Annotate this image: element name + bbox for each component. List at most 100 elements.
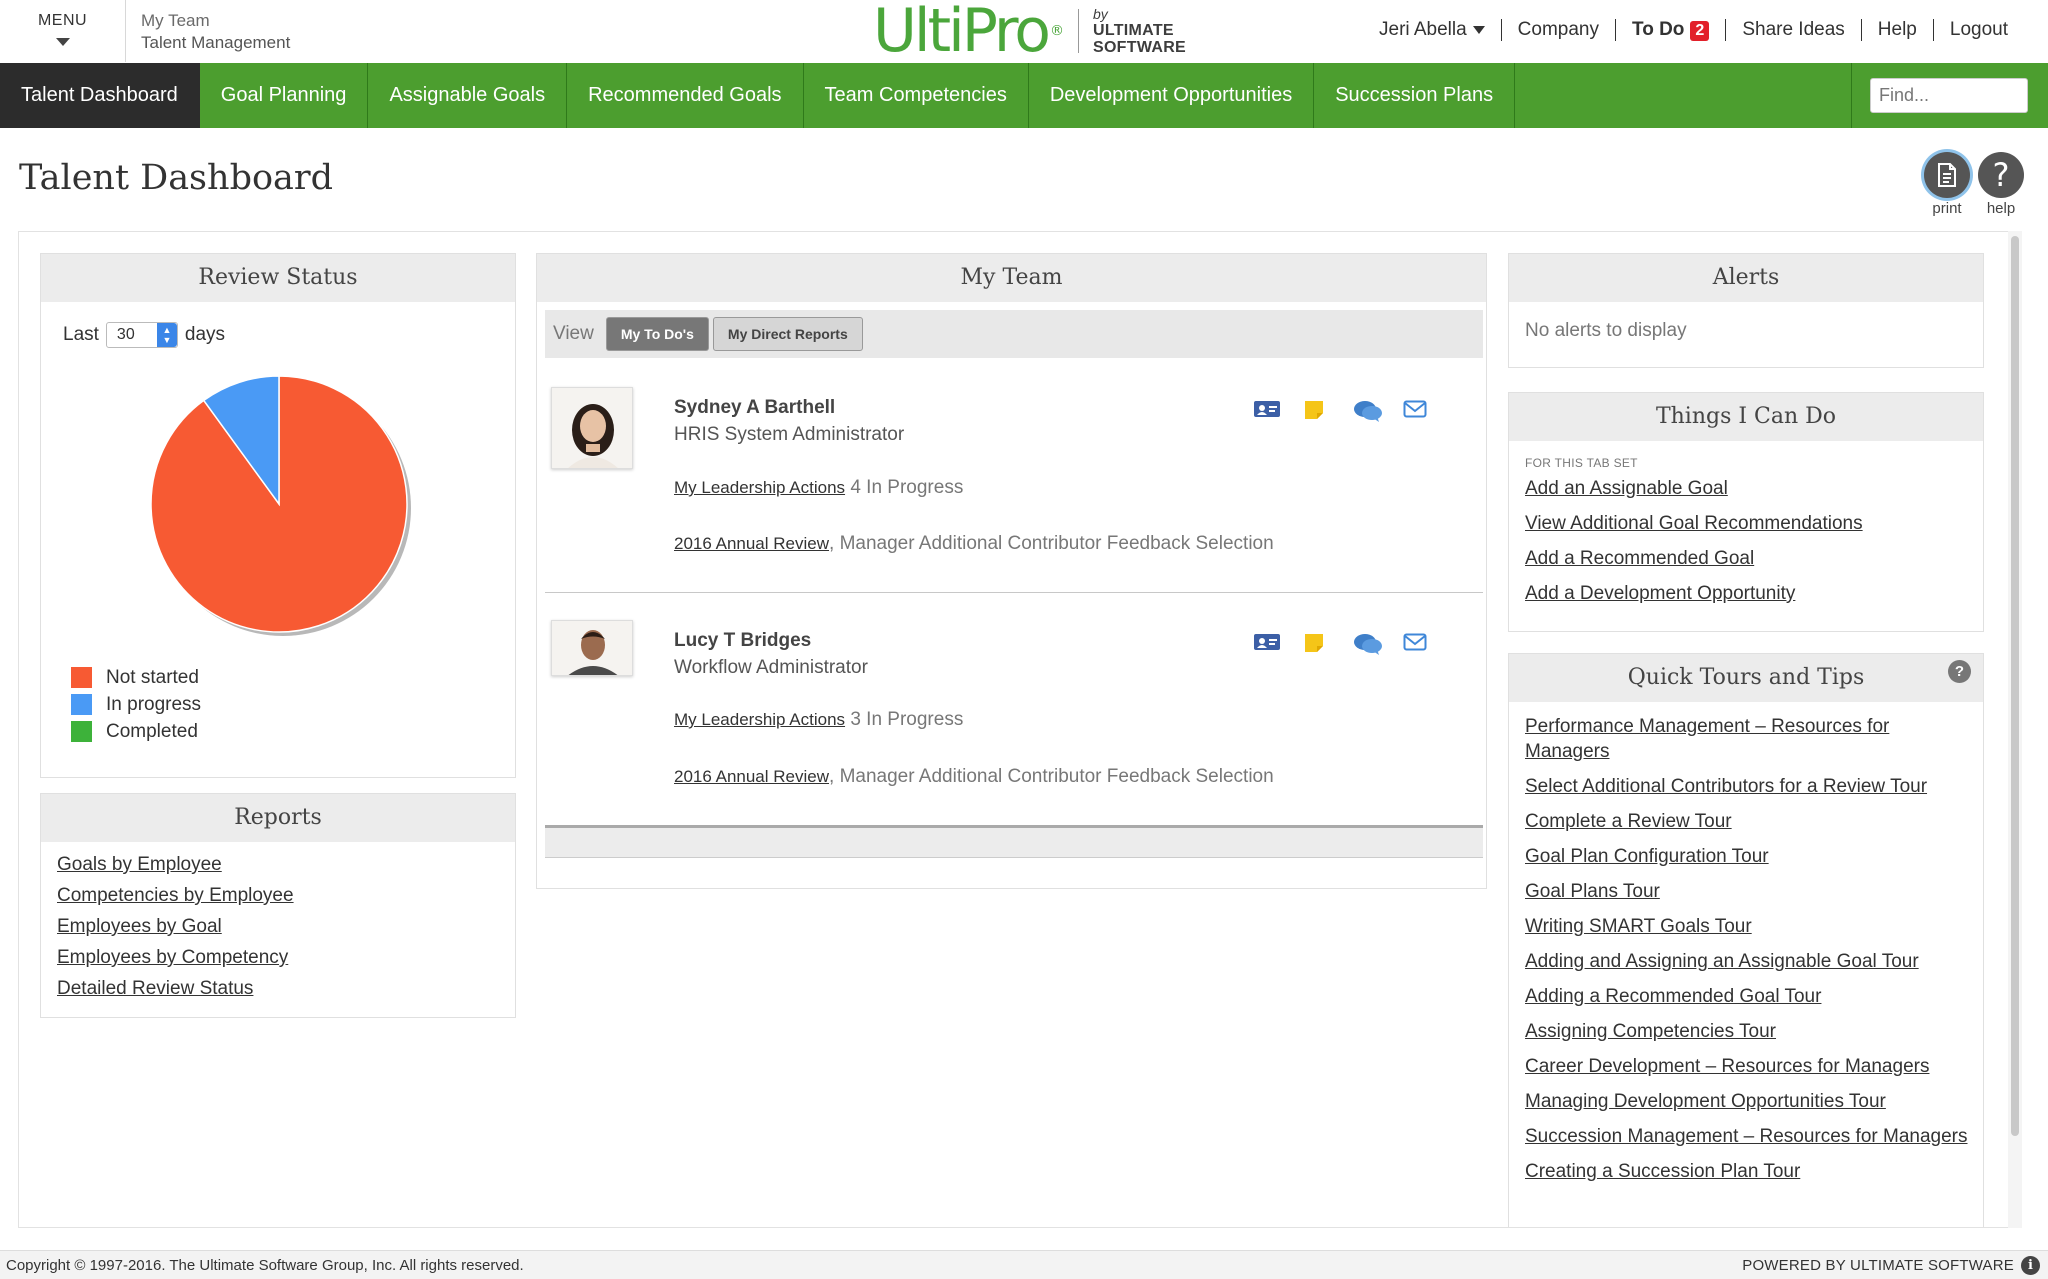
content-scrollbar-thumb[interactable] — [2011, 236, 2019, 1136]
leadership-actions-line: My Leadership Actions 4 In Progress — [674, 477, 963, 499]
tour-link[interactable]: Succession Management – Resources for Ma… — [1525, 1124, 1975, 1149]
logo-by: by — [1093, 6, 1186, 22]
employee-name[interactable]: Sydney A Barthell — [674, 397, 835, 419]
report-employees-by-competency[interactable]: Employees by Competency — [57, 942, 294, 973]
pie-legend: Not started In progress Completed — [71, 664, 201, 745]
info-icon[interactable]: i — [2021, 1256, 2040, 1275]
profile-card-icon[interactable] — [1253, 632, 1303, 661]
chat-icon[interactable] — [1353, 632, 1403, 661]
legend-item: Not started — [71, 664, 201, 691]
report-employees-by-goal[interactable]: Employees by Goal — [57, 911, 294, 942]
tab-team-competencies[interactable]: Team Competencies — [804, 63, 1029, 128]
tours-list: Performance Management – Resources for M… — [1525, 714, 1975, 1194]
share-ideas-link[interactable]: Share Ideas — [1725, 19, 1860, 41]
days-filter: Last 30 ▲▼ days — [63, 322, 225, 348]
view-label: View — [553, 323, 594, 345]
tour-link[interactable]: Complete a Review Tour — [1525, 809, 1975, 834]
report-competencies-by-employee[interactable]: Competencies by Employee — [57, 880, 294, 911]
tour-link[interactable]: Adding and Assigning an Assignable Goal … — [1525, 949, 1975, 974]
tab-development-opportunities[interactable]: Development Opportunities — [1029, 63, 1314, 128]
menu-caret-icon — [56, 38, 70, 46]
my-team-pager — [545, 825, 1483, 858]
tour-link[interactable]: Adding a Recommended Goal Tour — [1525, 984, 1975, 1009]
print-icon — [1924, 152, 1970, 198]
tour-link[interactable]: Managing Development Opportunities Tour — [1525, 1089, 1975, 1114]
nav-search-area — [1851, 63, 2048, 128]
my-todos-button[interactable]: My To Do's — [606, 317, 709, 351]
tour-link[interactable]: Writing SMART Goals Tour — [1525, 914, 1975, 939]
email-icon[interactable] — [1403, 632, 1453, 661]
tab-goal-planning[interactable]: Goal Planning — [200, 63, 369, 128]
note-icon[interactable] — [1303, 632, 1353, 661]
days-select[interactable]: 30 ▲▼ — [106, 322, 178, 348]
add-assignable-goal-link[interactable]: Add an Assignable Goal — [1525, 476, 1863, 501]
annual-review-link[interactable]: 2016 Annual Review — [674, 534, 829, 553]
note-icon[interactable] — [1303, 399, 1353, 428]
tour-link[interactable]: Career Development – Resources for Manag… — [1525, 1054, 1975, 1079]
help-link[interactable]: Help — [1861, 19, 1933, 41]
powered-by-company: ULTIMATE SOFTWARE — [1850, 1257, 2014, 1274]
add-recommended-goal-link[interactable]: Add a Recommended Goal — [1525, 546, 1863, 571]
tab-assignable-goals[interactable]: Assignable Goals — [368, 63, 567, 128]
email-icon[interactable] — [1403, 399, 1453, 428]
user-menu[interactable]: Jeri Abella — [1363, 19, 1501, 41]
review-status-text: , Manager Additional Contributor Feedbac… — [829, 766, 1274, 787]
tour-link[interactable]: Assigning Competencies Tour — [1525, 1019, 1975, 1044]
annual-review-link[interactable]: 2016 Annual Review — [674, 767, 829, 786]
leadership-actions-link[interactable]: My Leadership Actions — [674, 478, 845, 497]
alerts-panel: Alerts No alerts to display — [1508, 253, 1984, 368]
legend-swatch-in-progress — [71, 694, 92, 715]
legend-label: Completed — [106, 721, 198, 743]
report-goals-by-employee[interactable]: Goals by Employee — [57, 849, 294, 880]
employee-photo[interactable] — [551, 620, 633, 676]
days-value: 30 — [117, 326, 135, 344]
find-input[interactable] — [1870, 78, 2028, 113]
view-toolbar: View My To Do's My Direct Reports — [545, 310, 1483, 358]
tour-link[interactable]: Creating a Succession Plan Tour — [1525, 1159, 1975, 1184]
alerts-empty-text: No alerts to display — [1525, 320, 1687, 342]
print-button[interactable]: print — [1923, 152, 1971, 217]
company-link[interactable]: Company — [1501, 19, 1615, 41]
employee-card: Sydney A Barthell HRIS System Administra… — [545, 387, 1483, 587]
legend-swatch-not-started — [71, 667, 92, 688]
page-help-button[interactable]: ? help — [1977, 152, 2025, 217]
profile-card-icon[interactable] — [1253, 399, 1303, 428]
breadcrumb-current: Talent Management — [141, 32, 290, 54]
employee-divider — [545, 592, 1483, 593]
things-list: Add an Assignable Goal View Additional G… — [1525, 476, 1863, 606]
tab-talent-dashboard[interactable]: Talent Dashboard — [0, 63, 200, 128]
main-nav: Talent Dashboard Goal Planning Assignabl… — [0, 63, 2048, 128]
tour-link[interactable]: Goal Plan Configuration Tour — [1525, 844, 1975, 869]
breadcrumb-parent[interactable]: My Team — [141, 10, 290, 32]
logo-byline: by ULTIMATE SOFTWARE — [1093, 6, 1186, 56]
help-icon: ? — [1978, 152, 2024, 198]
tab-succession-plans[interactable]: Succession Plans — [1314, 63, 1515, 128]
employee-title: HRIS System Administrator — [674, 424, 904, 446]
last-label: Last — [63, 324, 99, 346]
tab-recommended-goals[interactable]: Recommended Goals — [567, 63, 803, 128]
menu-label: MENU — [0, 12, 125, 30]
add-development-opportunity-link[interactable]: Add a Development Opportunity — [1525, 581, 1863, 606]
dashboard-frame: Review Status Last 30 ▲▼ days Not starte… — [18, 231, 2014, 1228]
employee-name[interactable]: Lucy T Bridges — [674, 630, 811, 652]
my-direct-reports-button[interactable]: My Direct Reports — [713, 317, 863, 351]
todo-count-badge: 2 — [1690, 21, 1709, 41]
things-title: Things I Can Do — [1509, 393, 1983, 441]
chevron-down-icon — [1473, 26, 1485, 34]
tour-link[interactable]: Select Additional Contributors for a Rev… — [1525, 774, 1975, 799]
powered-by: POWERED BY ULTIMATE SOFTWARE — [1742, 1257, 2014, 1274]
view-goal-recommendations-link[interactable]: View Additional Goal Recommendations — [1525, 511, 1863, 536]
chat-icon[interactable] — [1353, 399, 1403, 428]
help-label: help — [1977, 200, 2025, 217]
logout-link[interactable]: Logout — [1933, 19, 2024, 41]
menu-button[interactable]: MENU — [0, 0, 126, 62]
todo-link[interactable]: To Do2 — [1615, 19, 1725, 41]
tour-link[interactable]: Performance Management – Resources for M… — [1525, 714, 1975, 764]
report-detailed-review-status[interactable]: Detailed Review Status — [57, 973, 294, 1004]
tours-help-icon[interactable]: ? — [1948, 660, 1971, 683]
tour-link[interactable]: Goal Plans Tour — [1525, 879, 1975, 904]
breadcrumb: My Team Talent Management — [141, 10, 290, 54]
days-label: days — [185, 324, 225, 346]
leadership-actions-link[interactable]: My Leadership Actions — [674, 710, 845, 729]
employee-photo[interactable] — [551, 387, 633, 469]
